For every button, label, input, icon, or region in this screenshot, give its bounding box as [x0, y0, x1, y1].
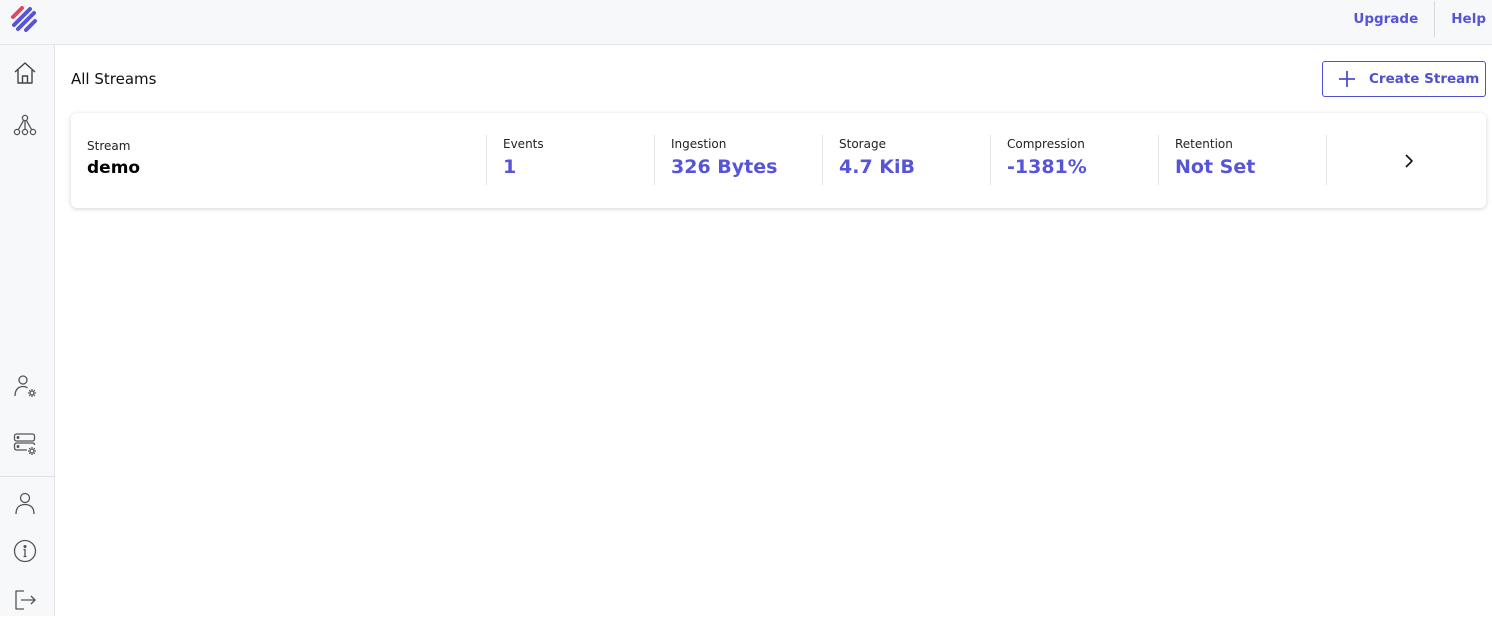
plus-icon	[1339, 71, 1355, 87]
chevron-right-icon	[1405, 154, 1413, 168]
sidebar-item-user[interactable]	[8, 486, 42, 520]
user-settings-icon	[14, 375, 36, 397]
stream-card[interactable]: Stream demo Events 1 Ingestion 326 Bytes…	[71, 113, 1486, 208]
stat-divider	[1326, 135, 1327, 185]
page-title: All Streams	[71, 70, 157, 88]
sidebar-item-info[interactable]	[8, 534, 42, 568]
stream-name-cell: Stream demo	[71, 113, 486, 208]
stat-label: Compression	[1007, 137, 1085, 151]
sidebar-divider	[0, 476, 54, 477]
sidebar-item-home[interactable]	[8, 56, 42, 90]
stream-label: Stream	[87, 139, 131, 153]
info-icon	[13, 539, 37, 563]
stat-value: 4.7 KiB	[839, 156, 915, 178]
main-content: All Streams Create Stream Stream demo Ev…	[55, 45, 1492, 616]
logout-icon	[15, 590, 36, 610]
home-icon	[14, 62, 36, 84]
sidebar	[0, 45, 55, 616]
sidebar-item-logout[interactable]	[8, 583, 42, 617]
stat-value: Not Set	[1175, 156, 1256, 178]
create-stream-button[interactable]: Create Stream	[1322, 61, 1486, 97]
stat-storage: Storage 4.7 KiB	[823, 113, 991, 208]
stat-label: Events	[503, 137, 544, 151]
sidebar-item-server-settings[interactable]	[8, 427, 42, 461]
server-settings-icon	[13, 433, 36, 455]
upgrade-link[interactable]: Upgrade	[1337, 1, 1434, 37]
streams-graph-icon	[13, 114, 37, 136]
stat-label: Storage	[839, 137, 886, 151]
stat-ingestion: Ingestion 326 Bytes	[655, 113, 823, 208]
stat-value: 1	[503, 156, 517, 178]
sidebar-item-streams[interactable]	[8, 108, 42, 142]
user-icon	[15, 492, 35, 515]
open-stream-button[interactable]	[1397, 149, 1421, 173]
top-bar: Upgrade Help	[0, 0, 1492, 45]
stat-label: Ingestion	[671, 137, 727, 151]
stat-events: Events 1	[487, 113, 655, 208]
stream-name: demo	[87, 158, 141, 178]
stat-label: Retention	[1175, 137, 1233, 151]
app-logo[interactable]	[9, 4, 39, 34]
sidebar-item-user-settings[interactable]	[8, 369, 42, 403]
stat-retention: Retention Not Set	[1159, 113, 1327, 208]
stat-value: -1381%	[1007, 156, 1087, 178]
stat-compression: Compression -1381%	[991, 113, 1159, 208]
create-stream-label: Create Stream	[1369, 71, 1480, 87]
help-link[interactable]: Help	[1435, 1, 1492, 37]
stat-value: 326 Bytes	[671, 156, 778, 178]
